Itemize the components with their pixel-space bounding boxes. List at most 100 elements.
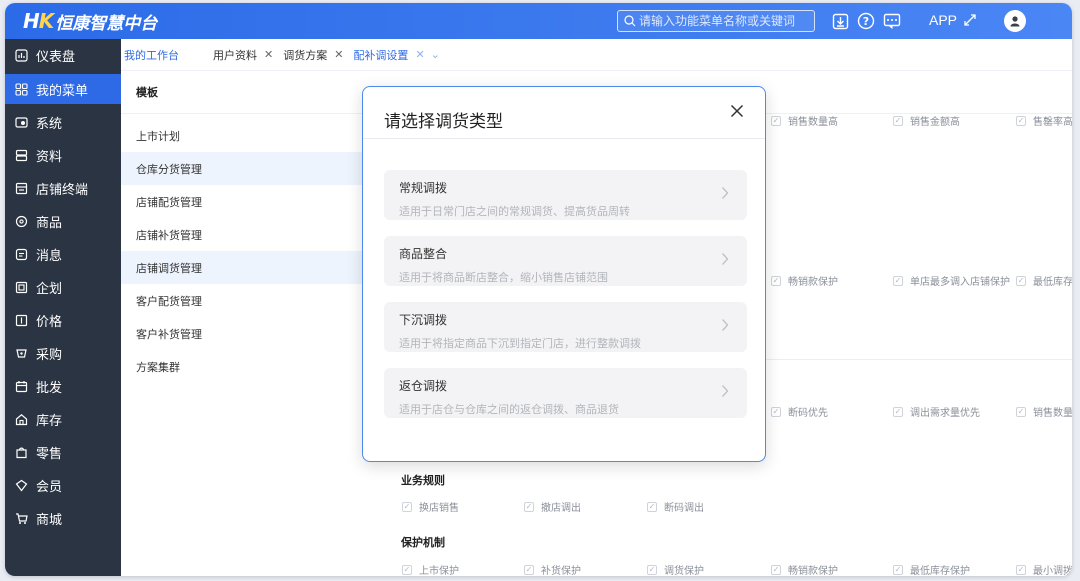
template-item[interactable]: 上市计划 (121, 119, 375, 152)
sidebar-item-store[interactable]: 店铺终端 (5, 172, 121, 205)
close-icon[interactable]: ✕ (334, 48, 343, 61)
rule-checkbox[interactable]: ✓ 最低库存 (1016, 273, 1072, 288)
sidebar-item-label: 价格 (36, 315, 63, 330)
purchase-icon (14, 347, 28, 361)
dialog-title: 请选择调货类型 (384, 112, 503, 132)
sidebar-item-label: 采购 (36, 348, 63, 363)
search-input[interactable] (639, 14, 809, 28)
close-icon[interactable]: ✕ (264, 48, 273, 61)
member-icon (14, 479, 28, 493)
rule-checkbox[interactable]: ✓ 售罄率高 (1016, 113, 1072, 128)
tab-replenish-settings[interactable]: 配补调设置 ✕ ⌄ (353, 47, 439, 63)
user-avatar[interactable] (1004, 10, 1026, 32)
checkbox-icon: ✓ (893, 564, 903, 575)
rule-checkbox[interactable]: ✓ 补货保护 (524, 562, 581, 576)
checkbox-icon: ✓ (1016, 564, 1026, 575)
sidebar-item-goods[interactable]: 商品 (5, 205, 121, 238)
sidebar-item-label: 店铺终端 (36, 183, 89, 198)
system-icon (14, 116, 28, 130)
tab-user-profile[interactable]: 用户资料 ✕ (213, 47, 273, 63)
template-item[interactable]: 店铺补货管理 (121, 218, 375, 251)
download-icon[interactable] (830, 11, 850, 31)
template-item[interactable]: 客户补货管理 (121, 317, 375, 350)
search-box[interactable] (617, 10, 815, 32)
sidebar-item-retail[interactable]: 零售 (5, 436, 121, 469)
rule-checkbox[interactable]: ✓ 撤店调出 (524, 499, 581, 514)
sidebar-item-data[interactable]: 资料 (5, 139, 121, 172)
sidebar-item-label: 系统 (36, 117, 63, 132)
sidebar-item-dashboard[interactable]: 仪表盘 (5, 39, 121, 72)
tab-home[interactable]: 我的工作台 (124, 47, 179, 63)
option-desc: 适用于店仓与仓库之间的返仓调拨、商品退货 (399, 403, 619, 416)
template-item[interactable]: 店铺调货管理 (121, 251, 375, 284)
logo-text: 恒康智慧中台 (55, 13, 158, 34)
rule-checkbox[interactable]: ✓ 畅销款保护 (771, 562, 838, 576)
sidebar-item-label: 商城 (36, 513, 63, 528)
user-icon (1010, 16, 1020, 27)
sidebar-item-purchase[interactable]: 采购 (5, 337, 121, 370)
checkbox-icon: ✓ (893, 406, 903, 417)
template-item[interactable]: 仓库分货管理 (121, 152, 375, 185)
rule-checkbox[interactable]: ✓ 断码优先 (771, 404, 828, 419)
sidebar-item-mall[interactable]: 商城 (5, 502, 121, 535)
stock-icon (14, 413, 28, 427)
checkbox-icon: ✓ (524, 564, 534, 575)
rule-checkbox[interactable]: ✓ 销售金额高 (893, 113, 960, 128)
close-icon[interactable]: ✕ (415, 48, 424, 61)
help-icon[interactable]: ? (856, 11, 876, 31)
option-return-transfer[interactable]: 返仓调拨 适用于店仓与仓库之间的返仓调拨、商品退货 (384, 368, 747, 418)
rule-checkbox[interactable]: ✓ 销售数量高 (771, 113, 838, 128)
tab-transfer-plan[interactable]: 调货方案 ✕ (283, 47, 343, 63)
app-window: HK 恒康智慧中台 ? APP 仪表盘 (5, 3, 1072, 576)
template-item[interactable]: 方案集群 (121, 350, 375, 383)
template-item[interactable]: 店铺配货管理 (121, 185, 375, 218)
sidebar-item-member[interactable]: 会员 (5, 469, 121, 502)
tab-label: 用户资料 (213, 48, 257, 62)
option-desc: 适用于日常门店之间的常规调货、提高货品周转 (399, 205, 630, 218)
option-title: 商品整合 (399, 247, 448, 261)
app-link[interactable]: APP (929, 12, 977, 28)
checkbox-icon: ✓ (893, 275, 903, 286)
top-bar: HK 恒康智慧中台 ? APP (5, 3, 1072, 39)
rule-checkbox[interactable]: ✓ 畅销款保护 (771, 273, 838, 288)
protect-title: 保护机制 (401, 536, 445, 549)
option-title: 常规调拨 (399, 181, 448, 195)
sidebar-item-my-menu[interactable]: 我的菜单 (5, 74, 121, 104)
sidebar-item-label: 商品 (36, 216, 63, 231)
retail-icon (14, 446, 28, 460)
app-label: APP (929, 12, 958, 28)
store-icon (14, 182, 28, 196)
rule-checkbox[interactable]: ✓ 单店最多调入店铺保护 (893, 273, 1010, 288)
sidebar-item-price[interactable]: 价格 (5, 304, 121, 337)
tab-label: 我的工作台 (124, 48, 179, 62)
rule-checkbox[interactable]: ✓ 销售数量 (1016, 404, 1072, 419)
checkbox-icon: ✓ (402, 501, 412, 512)
checkbox-icon: ✓ (771, 406, 781, 417)
checkbox-icon: ✓ (1016, 115, 1026, 126)
transfer-type-dialog: 请选择调货类型 常规调拨 适用于日常门店之间的常规调货、提高货品周转 商品整合 … (362, 86, 766, 462)
checkbox-icon: ✓ (771, 275, 781, 286)
option-regular-transfer[interactable]: 常规调拨 适用于日常门店之间的常规调货、提高货品周转 (384, 170, 747, 220)
chevron-right-icon (722, 253, 729, 265)
rule-checkbox[interactable]: ✓ 最小调拨 (1016, 562, 1072, 576)
option-goods-integration[interactable]: 商品整合 适用于将商品断店整合，缩小销售店铺范围 (384, 236, 747, 286)
sidebar-item-plan[interactable]: 企划 (5, 271, 121, 304)
sidebar-item-stock[interactable]: 库存 (5, 403, 121, 436)
rule-checkbox[interactable]: ✓ 调货保护 (647, 562, 704, 576)
template-item[interactable]: 客户配货管理 (121, 284, 375, 317)
rule-checkbox[interactable]: ✓ 断码调出 (647, 499, 704, 514)
sidebar-item-wholesale[interactable]: 批发 (5, 370, 121, 403)
fullscreen-icon[interactable] (963, 13, 977, 27)
tab-label: 调货方案 (283, 48, 328, 62)
rule-checkbox[interactable]: ✓ 上市保护 (402, 562, 459, 576)
rule-checkbox[interactable]: ✓ 换店销售 (402, 499, 459, 514)
sidebar-item-message[interactable]: 消息 (5, 238, 121, 271)
close-icon[interactable] (725, 99, 749, 123)
rule-checkbox[interactable]: ✓ 最低库存保护 (893, 562, 970, 576)
chevron-down-icon[interactable]: ⌄ (431, 48, 440, 61)
sidebar-item-system[interactable]: 系统 (5, 106, 121, 139)
rule-checkbox[interactable]: ✓ 调出需求量优先 (893, 404, 980, 419)
business-rules-title: 业务规则 (401, 474, 445, 487)
option-sink-transfer[interactable]: 下沉调拨 适用于将指定商品下沉到指定门店，进行整款调拨 (384, 302, 747, 352)
chat-icon[interactable] (882, 11, 902, 31)
